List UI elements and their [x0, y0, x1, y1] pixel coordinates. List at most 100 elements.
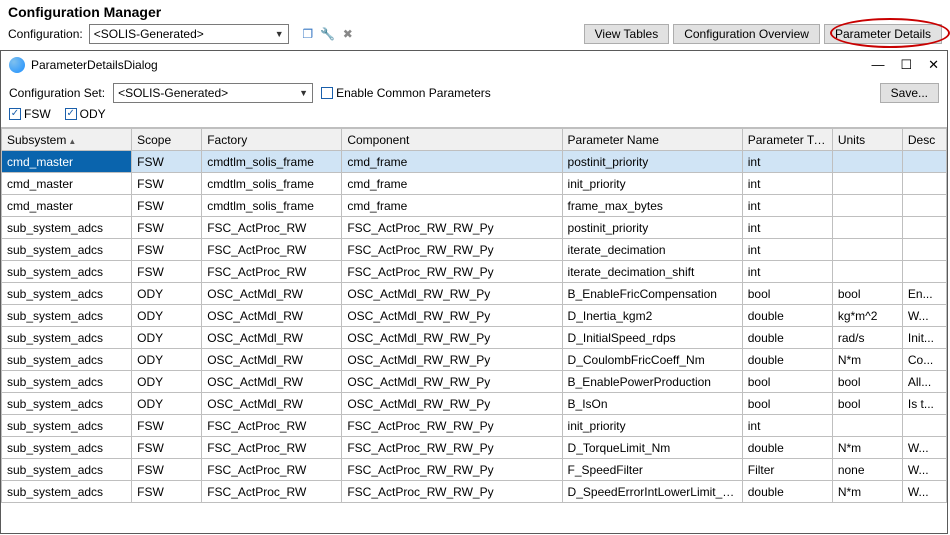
cell-units[interactable] — [832, 151, 902, 173]
cell-type[interactable]: int — [742, 195, 832, 217]
cell-name[interactable]: iterate_decimation — [562, 239, 742, 261]
cell-factory[interactable]: OSC_ActMdl_RW — [202, 393, 342, 415]
configuration-set-combo[interactable]: <SOLIS-Generated> ▼ — [113, 83, 313, 103]
cell-subsystem[interactable]: cmd_master — [2, 195, 132, 217]
cell-type[interactable]: double — [742, 305, 832, 327]
cell-name[interactable]: B_EnablePowerProduction — [562, 371, 742, 393]
cell-component[interactable]: FSC_ActProc_RW_RW_Py — [342, 459, 562, 481]
cell-component[interactable]: FSC_ActProc_RW_RW_Py — [342, 239, 562, 261]
table-row[interactable]: sub_system_adcsFSWFSC_ActProc_RWFSC_ActP… — [2, 415, 947, 437]
cell-desc[interactable] — [902, 415, 946, 437]
cell-component[interactable]: cmd_frame — [342, 151, 562, 173]
cell-scope[interactable]: ODY — [132, 393, 202, 415]
cell-name[interactable]: B_EnableFricCompensation — [562, 283, 742, 305]
cell-component[interactable]: OSC_ActMdl_RW_RW_Py — [342, 283, 562, 305]
cell-type[interactable]: double — [742, 349, 832, 371]
cell-subsystem[interactable]: sub_system_adcs — [2, 459, 132, 481]
cell-subsystem[interactable]: cmd_master — [2, 151, 132, 173]
cell-desc[interactable] — [902, 261, 946, 283]
cell-subsystem[interactable]: sub_system_adcs — [2, 283, 132, 305]
cell-desc[interactable] — [902, 195, 946, 217]
cell-units[interactable]: kg*m^2 — [832, 305, 902, 327]
cell-name[interactable]: D_Inertia_kgm2 — [562, 305, 742, 327]
cell-desc[interactable] — [902, 217, 946, 239]
table-row[interactable]: sub_system_adcsODYOSC_ActMdl_RWOSC_ActMd… — [2, 349, 947, 371]
table-row[interactable]: sub_system_adcsFSWFSC_ActProc_RWFSC_ActP… — [2, 459, 947, 481]
cell-scope[interactable]: FSW — [132, 195, 202, 217]
cell-desc[interactable]: Is t... — [902, 393, 946, 415]
cell-desc[interactable] — [902, 239, 946, 261]
cell-name[interactable]: B_IsOn — [562, 393, 742, 415]
cell-subsystem[interactable]: sub_system_adcs — [2, 327, 132, 349]
col-factory[interactable]: Factory — [202, 129, 342, 151]
cell-units[interactable]: N*m — [832, 437, 902, 459]
table-row[interactable]: cmd_masterFSWcmdtlm_solis_framecmd_frame… — [2, 173, 947, 195]
table-row[interactable]: cmd_masterFSWcmdtlm_solis_framecmd_frame… — [2, 151, 947, 173]
cell-type[interactable]: bool — [742, 393, 832, 415]
col-parameter-name[interactable]: Parameter Name — [562, 129, 742, 151]
cell-factory[interactable]: OSC_ActMdl_RW — [202, 327, 342, 349]
cell-scope[interactable]: FSW — [132, 415, 202, 437]
table-row[interactable]: sub_system_adcsFSWFSC_ActProc_RWFSC_ActP… — [2, 239, 947, 261]
cell-component[interactable]: FSC_ActProc_RW_RW_Py — [342, 437, 562, 459]
cell-component[interactable]: OSC_ActMdl_RW_RW_Py — [342, 305, 562, 327]
table-row[interactable]: sub_system_adcsFSWFSC_ActProc_RWFSC_ActP… — [2, 481, 947, 503]
cell-subsystem[interactable]: sub_system_adcs — [2, 415, 132, 437]
cell-type[interactable]: int — [742, 173, 832, 195]
cell-scope[interactable]: FSW — [132, 173, 202, 195]
cell-type[interactable]: Filter — [742, 459, 832, 481]
cell-units[interactable]: bool — [832, 393, 902, 415]
cell-component[interactable]: FSC_ActProc_RW_RW_Py — [342, 481, 562, 503]
cell-name[interactable]: init_priority — [562, 415, 742, 437]
cell-scope[interactable]: ODY — [132, 349, 202, 371]
col-units[interactable]: Units — [832, 129, 902, 151]
cell-name[interactable]: D_CoulombFricCoeff_Nm — [562, 349, 742, 371]
cell-component[interactable]: cmd_frame — [342, 195, 562, 217]
cell-factory[interactable]: FSC_ActProc_RW — [202, 459, 342, 481]
maximize-icon[interactable]: ☐ — [900, 57, 912, 73]
table-row[interactable]: sub_system_adcsODYOSC_ActMdl_RWOSC_ActMd… — [2, 283, 947, 305]
cell-factory[interactable]: FSC_ActProc_RW — [202, 437, 342, 459]
delete-icon[interactable]: ✖ — [341, 27, 355, 41]
parameter-details-button[interactable]: Parameter Details — [824, 24, 942, 44]
cell-units[interactable]: none — [832, 459, 902, 481]
table-header[interactable]: Subsystem▲ Scope Factory Component Param… — [2, 129, 947, 151]
cell-scope[interactable]: FSW — [132, 261, 202, 283]
table-row[interactable]: sub_system_adcsFSWFSC_ActProc_RWFSC_ActP… — [2, 217, 947, 239]
save-button[interactable]: Save... — [880, 83, 939, 103]
cell-type[interactable]: double — [742, 481, 832, 503]
cell-factory[interactable]: FSC_ActProc_RW — [202, 261, 342, 283]
cell-desc[interactable]: Co... — [902, 349, 946, 371]
cell-name[interactable]: D_TorqueLimit_Nm — [562, 437, 742, 459]
cell-type[interactable]: double — [742, 437, 832, 459]
cell-scope[interactable]: FSW — [132, 217, 202, 239]
cell-desc[interactable]: W... — [902, 437, 946, 459]
col-parameter-type[interactable]: Parameter Type — [742, 129, 832, 151]
cell-units[interactable]: bool — [832, 283, 902, 305]
col-desc[interactable]: Desc — [902, 129, 946, 151]
cell-component[interactable]: OSC_ActMdl_RW_RW_Py — [342, 393, 562, 415]
cell-subsystem[interactable]: sub_system_adcs — [2, 217, 132, 239]
cell-desc[interactable]: W... — [902, 305, 946, 327]
cell-subsystem[interactable]: sub_system_adcs — [2, 481, 132, 503]
cell-subsystem[interactable]: cmd_master — [2, 173, 132, 195]
cell-component[interactable]: FSC_ActProc_RW_RW_Py — [342, 261, 562, 283]
copy-icon[interactable]: ❐ — [301, 27, 315, 41]
table-row[interactable]: cmd_masterFSWcmdtlm_solis_framecmd_frame… — [2, 195, 947, 217]
cell-component[interactable]: cmd_frame — [342, 173, 562, 195]
parameters-table[interactable]: Subsystem▲ Scope Factory Component Param… — [1, 128, 947, 503]
cell-desc[interactable]: W... — [902, 481, 946, 503]
cell-name[interactable]: iterate_decimation_shift — [562, 261, 742, 283]
cell-type[interactable]: int — [742, 217, 832, 239]
cell-subsystem[interactable]: sub_system_adcs — [2, 305, 132, 327]
close-icon[interactable]: ✕ — [928, 57, 939, 73]
wrench-icon[interactable]: 🔧 — [321, 27, 335, 41]
cell-scope[interactable]: FSW — [132, 437, 202, 459]
cell-subsystem[interactable]: sub_system_adcs — [2, 437, 132, 459]
cell-name[interactable]: D_InitialSpeed_rdps — [562, 327, 742, 349]
cell-name[interactable]: init_priority — [562, 173, 742, 195]
col-subsystem[interactable]: Subsystem▲ — [2, 129, 132, 151]
cell-units[interactable]: rad/s — [832, 327, 902, 349]
cell-desc[interactable] — [902, 151, 946, 173]
cell-name[interactable]: F_SpeedFilter — [562, 459, 742, 481]
